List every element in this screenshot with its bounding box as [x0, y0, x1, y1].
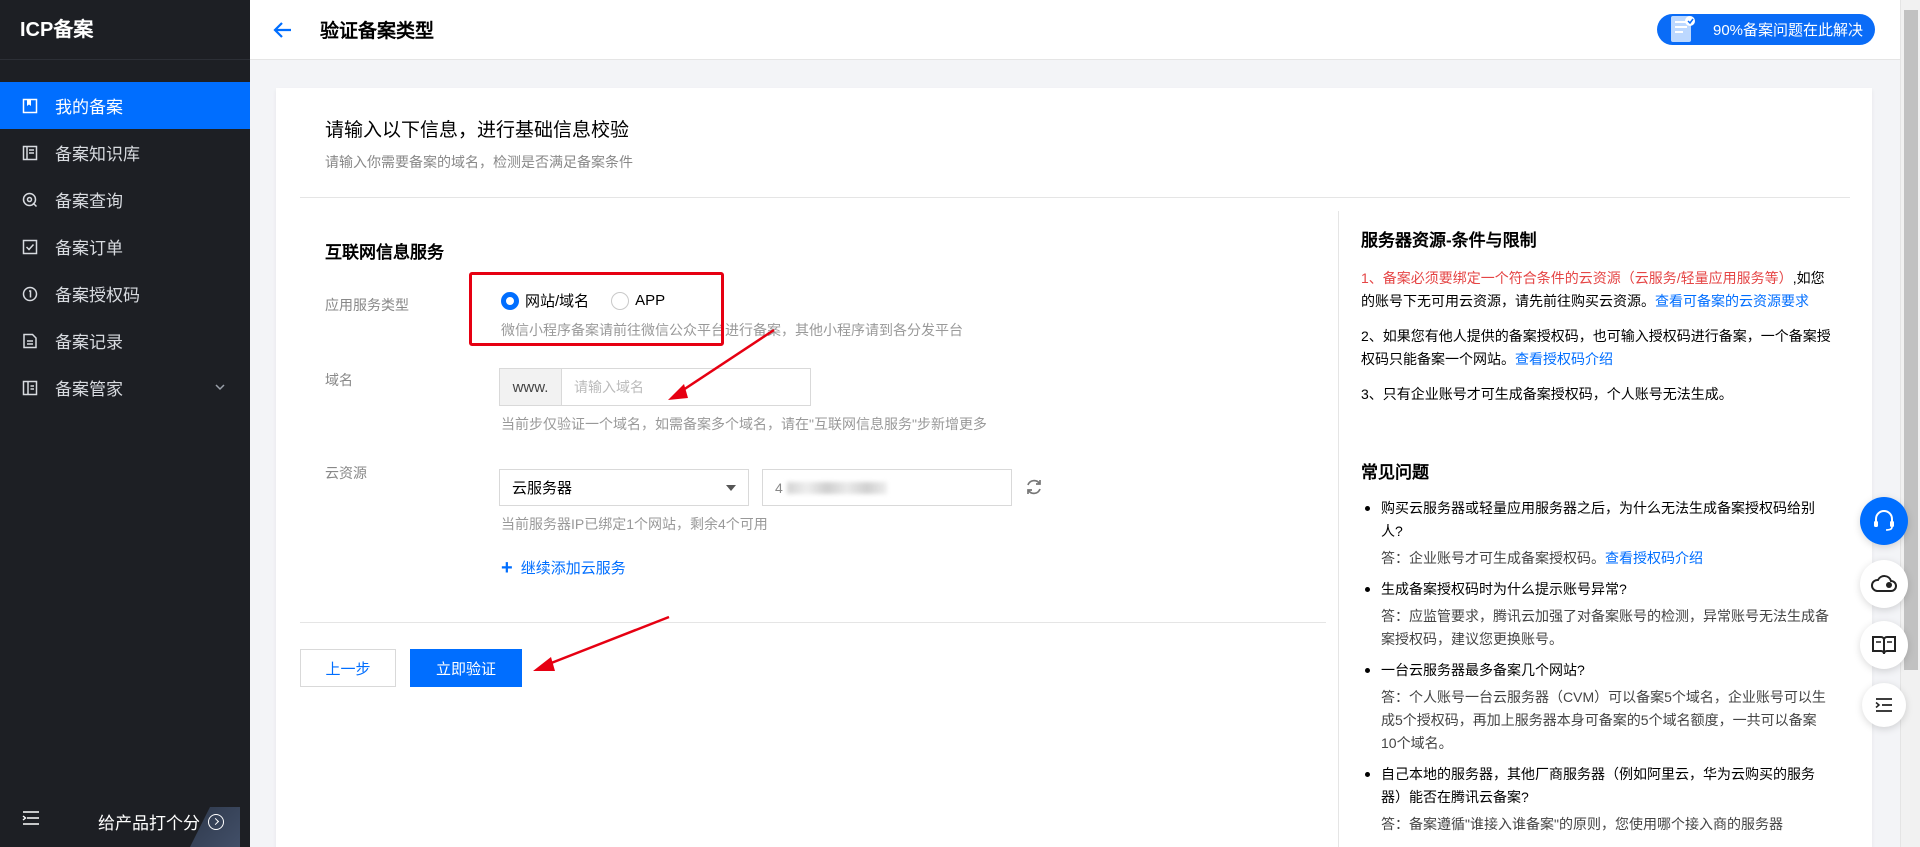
sidebar: ICP备案 我的备案 备案知识库 备案查询 备案订单 备案授权码 备案记录 备案… [0, 0, 250, 847]
plus-icon: + [501, 556, 513, 579]
arrow-circle-icon [208, 813, 224, 830]
view-auth-code-link[interactable]: 查看授权码介绍 [1605, 550, 1703, 566]
refresh-icon[interactable] [1024, 477, 1044, 497]
bookmark-icon [22, 98, 38, 114]
sidebar-item-label: 备案管家 [55, 380, 123, 399]
cloud-instance-select[interactable]: 4 [762, 469, 1012, 506]
intro-title: 请输入以下信息，进行基础信息校验 [325, 120, 630, 141]
sidebar-item-orders[interactable]: 备案订单 [0, 223, 250, 270]
condition-item-3: 3、只有企业账号才可生成备案授权码，个人账号无法生成。 [1361, 386, 1733, 402]
faq-answer: 答：企业账号才可生成备案授权码。查看授权码介绍 [1361, 547, 1831, 570]
sidebar-item-label: 我的备案 [55, 98, 123, 117]
section-title: 互联网信息服务 [325, 243, 444, 262]
faq-title: 常见问题 [1361, 463, 1429, 482]
document-icon [22, 333, 38, 349]
docs-button[interactable] [1860, 621, 1908, 669]
domain-prefix: www. [500, 369, 562, 405]
sidebar-item-label: 备案知识库 [55, 145, 140, 164]
sidebar-title: ICP备案 [0, 0, 250, 60]
sidebar-item-knowledge-base[interactable]: 备案知识库 [0, 129, 250, 176]
condition-item-2: 2、如果您有他人提供的备案授权码，也可输入授权码进行备案，一个备案授权码只能备案… [1361, 325, 1831, 371]
redacted-value [786, 481, 887, 494]
sidebar-item-auth-code[interactable]: 备案授权码 [0, 270, 250, 317]
cloud-resource-label: 云资源 [325, 465, 367, 481]
headset-icon [1874, 510, 1894, 531]
sidebar-item-label: 备案授权码 [55, 286, 140, 305]
annotation-arrow [533, 615, 670, 671]
sidebar-footer: 给产品打个分 [0, 789, 250, 847]
faq-question: 一台云服务器最多备案几个网站? [1361, 659, 1831, 682]
view-auth-code-link[interactable]: 查看授权码介绍 [1515, 351, 1613, 367]
faq-item: 一台云服务器最多备案几个网站? 答：个人账号一台云服务器（CVM）可以备案5个域… [1361, 659, 1831, 755]
conditions-panel: 服务器资源-条件与限制 1、备案必须要绑定一个符合条件的云资源（云服务/轻量应用… [1361, 226, 1831, 406]
caret-down-icon [726, 485, 736, 491]
outline-button[interactable] [1862, 683, 1906, 727]
sidebar-item-manager[interactable]: 备案管家 [0, 364, 250, 411]
faq-answer: 答：应监管要求，腾讯云加强了对备案账号的检测，异常账号无法生成备案授权码，建议您… [1381, 608, 1829, 647]
help-center-label: 90%备案问题在此解决 [1713, 22, 1864, 39]
scrollbar-thumb[interactable] [1904, 10, 1918, 670]
faq-answer-text: 答：企业账号才可生成备案授权码。 [1381, 550, 1605, 566]
cloud-type-value: 云服务器 [512, 480, 573, 497]
add-cloud-service-link[interactable]: + 继续添加云服务 [501, 557, 626, 578]
faq-item: 生成备案授权码时为什么提示账号异常? 答：应监管要求，腾讯云加强了对备案账号的检… [1361, 578, 1831, 651]
view-cloud-requirements-link[interactable]: 查看可备案的云资源要求 [1655, 293, 1809, 309]
condition-number: 1、 [1361, 270, 1383, 286]
toolbox-icon [22, 380, 38, 396]
prev-step-button[interactable]: 上一步 [300, 649, 396, 687]
collapse-menu-icon[interactable] [22, 810, 40, 826]
cloud-resource-hint: 当前服务器IP已绑定1个网站，剩余4个可用 [501, 516, 768, 532]
info-icon [22, 286, 38, 302]
checkbox-icon [22, 239, 38, 255]
open-book-icon [1872, 636, 1896, 655]
page-header: 验证备案类型 90%备案问题在此解决 [250, 0, 1900, 60]
faq-answer: 答：个人账号一台云服务器（CVM）可以备案5个域名，企业账号可以生成5个授权码，… [1381, 689, 1826, 751]
sidebar-item-label: 备案记录 [55, 333, 123, 352]
verify-now-button[interactable]: 立即验证 [410, 649, 522, 687]
help-center-button[interactable]: 90%备案问题在此解决 [1657, 14, 1875, 45]
faq-question: 购买云服务器或轻量应用服务器之后，为什么无法生成备案授权码给别人? [1361, 497, 1831, 543]
sidebar-item-label: 备案订单 [55, 239, 123, 258]
service-type-label: 应用服务类型 [325, 297, 409, 313]
faq-item: 自己本地的服务器，其他厂商服务器（例如阿里云，华为云购买的服务器）能否在腾讯云备… [1361, 763, 1831, 836]
faq-answer: 答：备案遵循"谁接入谁备案"的原则，您使用哪个接入商的服务器 [1381, 816, 1783, 832]
sidebar-item-label: 备案查询 [55, 192, 123, 211]
rate-product-link[interactable]: 给产品打个分 [98, 809, 224, 834]
domain-hint: 当前步仅验证一个域名，如需备案多个域名，请在"互联网信息服务"步新增更多 [501, 416, 987, 432]
page-scrollbar[interactable] [1900, 0, 1920, 847]
condition-warning-text: 备案必须要绑定一个符合条件的云资源（云服务/轻量应用服务等） [1382, 270, 1793, 286]
faq-item: 购买云服务器或轻量应用服务器之后，为什么无法生成备案授权码给别人? 答：企业账号… [1361, 497, 1831, 570]
chevron-down-icon [215, 384, 225, 391]
cloud-instance-value: 4 [775, 479, 783, 496]
intro-subtitle: 请输入你需要备案的域名，检测是否满足备案条件 [325, 154, 633, 170]
rate-product-label: 给产品打个分 [98, 814, 200, 833]
conditions-title: 服务器资源-条件与限制 [1361, 231, 1537, 250]
verification-card: 请输入以下信息，进行基础信息校验 请输入你需要备案的域名，检测是否满足备案条件 … [276, 88, 1872, 847]
faq-panel: 常见问题 购买云服务器或轻量应用服务器之后，为什么无法生成备案授权码给别人? 答… [1361, 458, 1831, 836]
sidebar-item-query[interactable]: 备案查询 [0, 176, 250, 223]
search-icon [22, 192, 38, 208]
cloud-type-select[interactable]: 云服务器 [499, 469, 749, 506]
sidebar-item-my-filing[interactable]: 我的备案 [0, 82, 250, 129]
cloud-assistant-button[interactable] [1860, 560, 1908, 608]
customer-service-button[interactable] [1860, 497, 1908, 545]
help-illustration-icon [1671, 16, 1695, 42]
cloud-icon [1871, 575, 1897, 592]
back-arrow-icon[interactable] [272, 19, 294, 41]
domain-label: 域名 [325, 372, 353, 388]
page-title: 验证备案类型 [320, 21, 435, 42]
list-icon [1875, 698, 1892, 712]
divider [300, 197, 1850, 198]
column-divider [1338, 211, 1339, 847]
book-icon [22, 145, 38, 161]
faq-question: 自己本地的服务器，其他厂商服务器（例如阿里云，华为云购买的服务器）能否在腾讯云备… [1361, 763, 1831, 809]
condition-item-1: 1、备案必须要绑定一个符合条件的云资源（云服务/轻量应用服务等）,如您的账号下无… [1361, 267, 1831, 313]
faq-question: 生成备案授权码时为什么提示账号异常? [1361, 578, 1831, 601]
divider [300, 622, 1326, 623]
annotation-arrow [668, 328, 775, 400]
sidebar-item-records[interactable]: 备案记录 [0, 317, 250, 364]
add-cloud-service-label: 继续添加云服务 [520, 560, 626, 577]
